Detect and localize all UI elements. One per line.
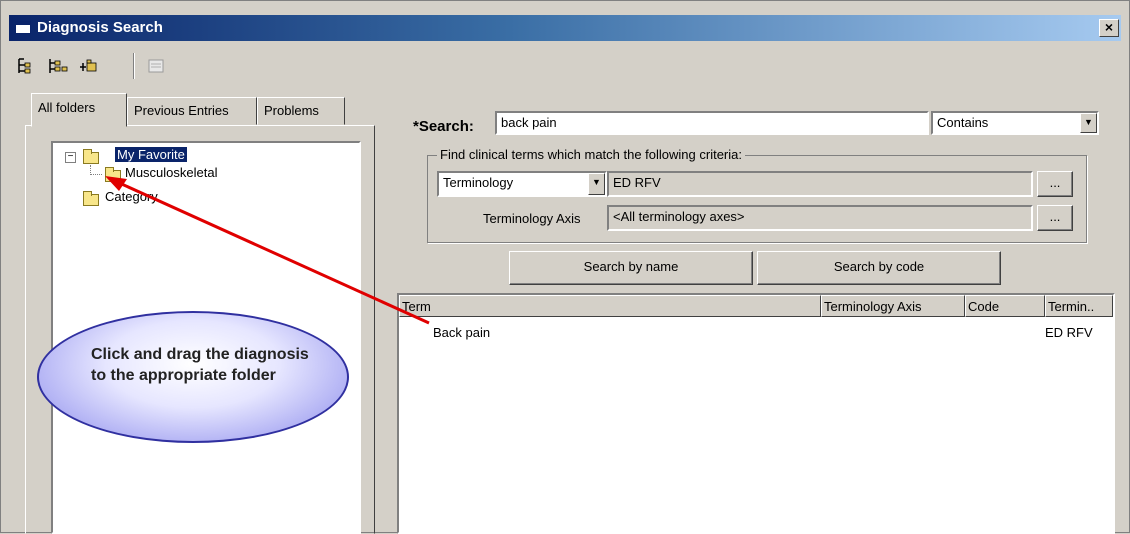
folder-icon: [83, 191, 99, 206]
instruction-callout-text: Click and drag the diagnosis to the appr…: [91, 346, 309, 384]
search-by-name-button[interactable]: Search by name: [509, 251, 753, 285]
tree-item-category[interactable]: Category: [105, 189, 158, 204]
criteria-type-select[interactable]: Terminology ▼: [437, 171, 607, 197]
toolbar: [15, 49, 215, 83]
tab-all-folders[interactable]: All folders: [31, 93, 127, 127]
title-bar[interactable]: Diagnosis Search ×: [9, 15, 1121, 41]
tree-item-my-favorite[interactable]: My Favorite: [115, 147, 187, 162]
tree-collapse-icon[interactable]: [47, 55, 69, 77]
column-header-code[interactable]: Code: [965, 295, 1045, 317]
tab-problems[interactable]: Problems: [257, 97, 345, 125]
collapse-icon[interactable]: −: [65, 152, 76, 163]
properties-icon[interactable]: [145, 55, 167, 77]
result-terminology: ED RFV: [1045, 325, 1093, 340]
result-term[interactable]: Back pain: [433, 325, 490, 340]
tab-previous-entries[interactable]: Previous Entries: [127, 97, 257, 125]
chevron-down-icon[interactable]: ▼: [588, 173, 605, 195]
tree-expand-icon[interactable]: [15, 55, 37, 77]
tree-item-musculoskeletal[interactable]: Musculoskeletal: [125, 165, 218, 180]
search-label: *Search:: [413, 118, 474, 135]
add-folder-icon[interactable]: [77, 55, 99, 77]
diagnosis-search-window: Diagnosis Search × All folders Previous …: [0, 0, 1130, 534]
terminology-field: ED RFV: [607, 171, 1033, 197]
tree-item-label: My Favorite: [115, 147, 187, 162]
terminology-axis-label: Terminology Axis: [483, 211, 581, 226]
criteria-group-label: Find clinical terms which match the foll…: [437, 147, 745, 162]
window-icon: [15, 21, 31, 34]
tree-connector: [90, 165, 102, 175]
match-mode-value: Contains: [937, 115, 989, 130]
folder-icon: [105, 167, 121, 182]
criteria-type-value: Terminology: [443, 175, 514, 190]
close-button[interactable]: ×: [1099, 19, 1119, 37]
results-list[interactable]: Term Terminology Axis Code Termin.. Back…: [397, 293, 1115, 534]
terminology-axis-browse-button[interactable]: ...: [1037, 205, 1073, 231]
column-header-terminology-axis[interactable]: Terminology Axis: [821, 295, 965, 317]
window-title: Diagnosis Search: [37, 19, 163, 36]
match-mode-select[interactable]: Contains ▼: [931, 111, 1099, 135]
column-header-terminology[interactable]: Termin..: [1045, 295, 1113, 317]
search-input[interactable]: back pain: [495, 111, 929, 135]
search-by-code-button[interactable]: Search by code: [757, 251, 1001, 285]
folder-icon: [83, 149, 99, 164]
terminology-axis-field: <All terminology axes>: [607, 205, 1033, 231]
column-header-term[interactable]: Term: [399, 295, 821, 317]
chevron-down-icon[interactable]: ▼: [1080, 113, 1097, 133]
terminology-browse-button[interactable]: ...: [1037, 171, 1073, 197]
toolbar-separator: [133, 53, 135, 79]
